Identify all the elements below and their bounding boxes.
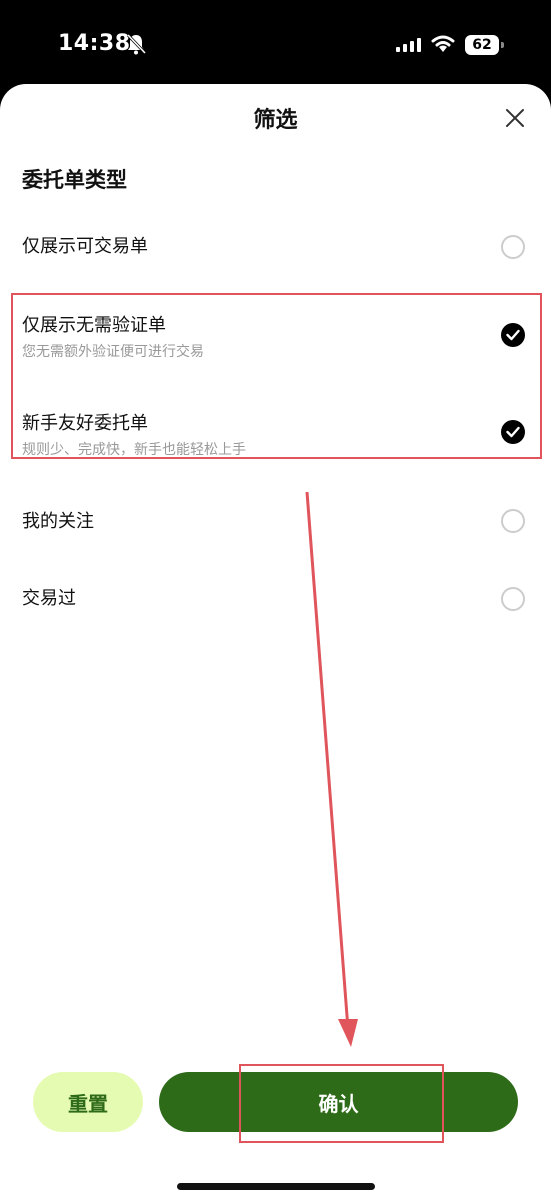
option-label: 仅展示可交易单 <box>22 236 148 257</box>
option-sublabel: 规则少、完成快，新手也能轻松上手 <box>22 442 246 458</box>
option-traded-before[interactable]: 交易过 <box>0 566 551 626</box>
battery-level: 62 <box>465 35 499 55</box>
status-bar: 14:38 62 <box>0 0 551 84</box>
radio-unchecked-icon[interactable] <box>501 235 525 259</box>
silent-bell-icon <box>126 33 146 55</box>
option-sublabel: 您无需额外验证便可进行交易 <box>22 344 204 360</box>
option-label: 仅展示无需验证单 <box>22 315 166 336</box>
battery-icon: 62 <box>465 35 505 55</box>
close-icon[interactable] <box>503 106 527 130</box>
reset-button[interactable]: 重置 <box>33 1072 143 1132</box>
section-title: 委托单类型 <box>22 168 127 192</box>
wifi-icon <box>431 35 455 52</box>
sheet-title: 筛选 <box>253 108 298 133</box>
status-time: 14:38 <box>58 31 131 56</box>
confirm-button[interactable]: 确认 <box>159 1072 518 1132</box>
option-label: 我的关注 <box>22 511 94 532</box>
option-tradable-only[interactable]: 仅展示可交易单 <box>0 214 551 274</box>
option-label: 新手友好委托单 <box>22 413 148 434</box>
checkmark-icon[interactable] <box>501 323 525 347</box>
home-indicator[interactable] <box>177 1183 375 1190</box>
checkmark-icon[interactable] <box>501 420 525 444</box>
cellular-signal-icon <box>396 38 421 52</box>
radio-unchecked-icon[interactable] <box>501 509 525 533</box>
option-my-follows[interactable]: 我的关注 <box>0 488 551 548</box>
radio-unchecked-icon[interactable] <box>501 587 525 611</box>
option-label: 交易过 <box>22 588 76 609</box>
option-no-verification[interactable]: 仅展示无需验证单 您无需额外验证便可进行交易 <box>0 299 551 360</box>
option-beginner-friendly[interactable]: 新手友好委托单 规则少、完成快，新手也能轻松上手 <box>0 397 551 458</box>
filter-sheet: 筛选 委托单类型 仅展示可交易单 仅展示无需验证单 您无需额外验证便可进行交易 … <box>0 84 551 1200</box>
